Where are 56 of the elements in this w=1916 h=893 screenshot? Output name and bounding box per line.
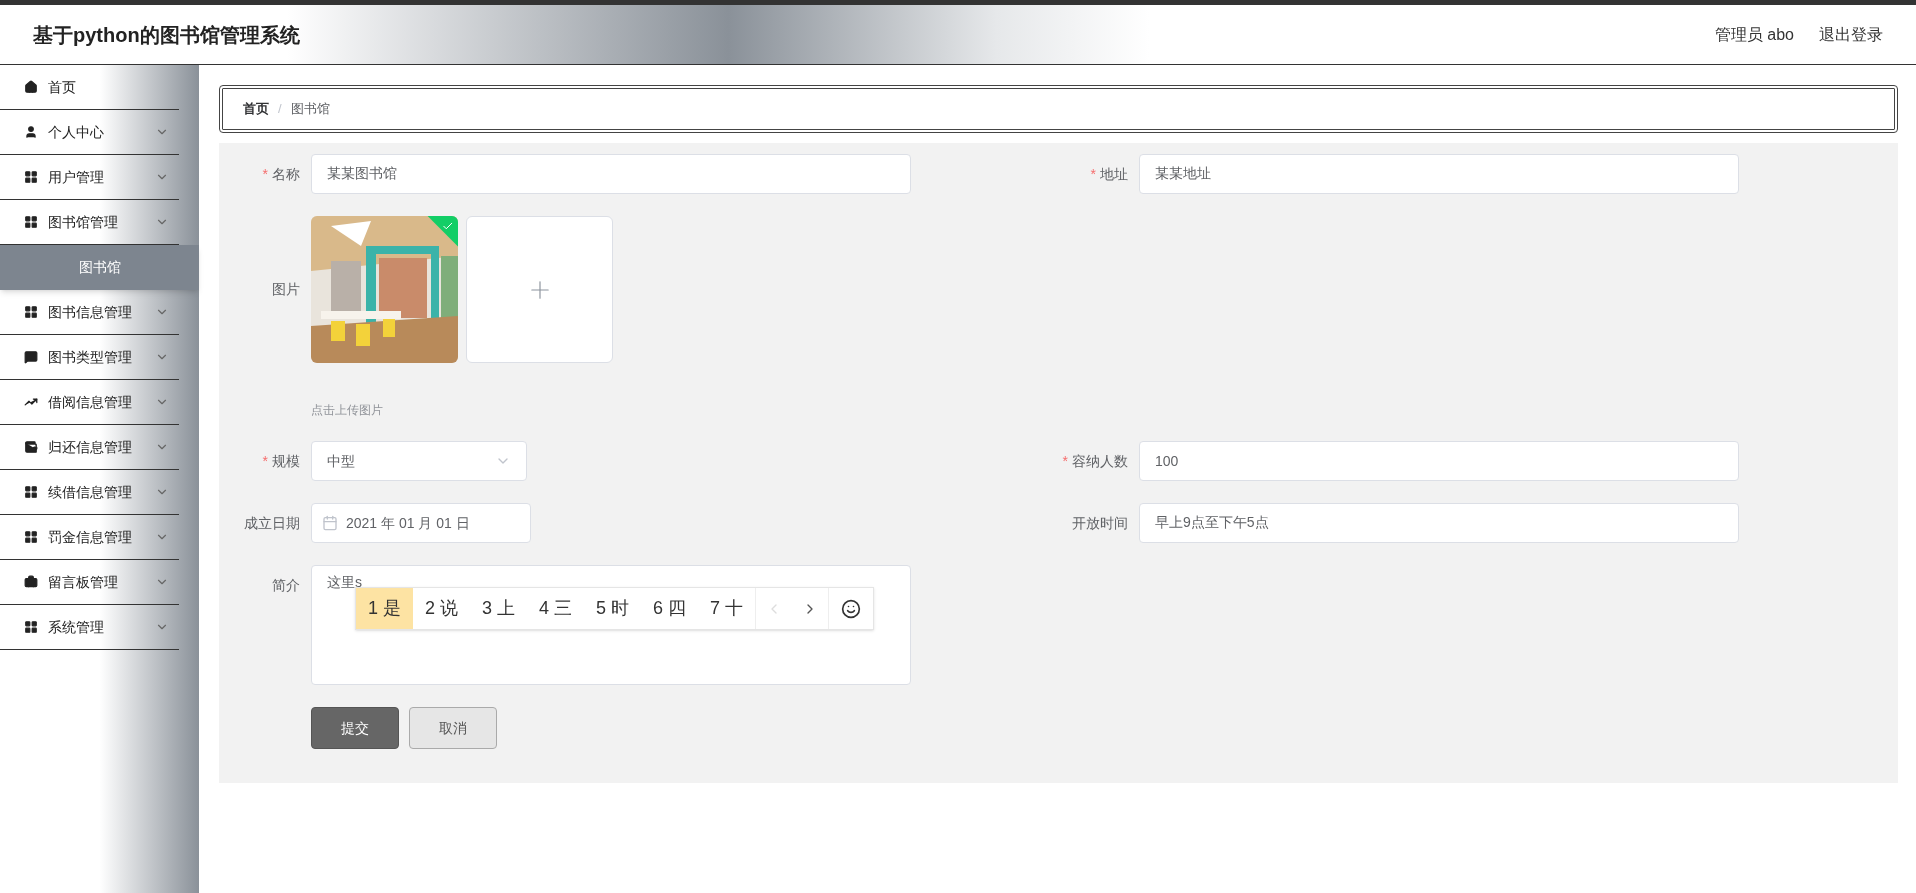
select-field[interactable]: 中型	[311, 441, 527, 481]
sidebar-item[interactable]: 归还信息管理	[0, 425, 179, 470]
breadcrumb-item[interactable]: 首页	[243, 99, 269, 119]
ime-candidate[interactable]: 2 说	[413, 588, 471, 629]
sidebar-item[interactable]: 个人中心	[0, 110, 179, 155]
grid-icon	[24, 305, 38, 319]
ime-candidate[interactable]: 6 四	[641, 588, 699, 629]
calendar-icon	[322, 515, 338, 531]
sidebar-item[interactable]: 用户管理	[0, 155, 179, 200]
sidebar-item[interactable]: 系统管理	[0, 605, 179, 650]
text-field[interactable]: 某某地址	[1139, 154, 1739, 194]
sidebar-item[interactable]: 首页	[0, 65, 179, 110]
date-field[interactable]: 2021 年 01 月 01 日	[311, 503, 531, 543]
grid-icon	[24, 215, 38, 229]
field-label: * 规模	[262, 451, 300, 471]
app-title: 基于python的图书馆管理系统	[33, 22, 300, 48]
ime-candidate[interactable]: 4 三	[527, 588, 585, 629]
field-label: * 容纳人数	[1062, 451, 1128, 471]
grid-icon	[24, 620, 38, 634]
text-field[interactable]: 100	[1139, 441, 1739, 481]
chat-icon	[24, 350, 38, 364]
text-field[interactable]: 某某图书馆	[311, 154, 911, 194]
cancel-button[interactable]: 取消	[409, 707, 497, 749]
field-label: * 地址	[1090, 164, 1128, 184]
logout-link[interactable]: 退出登录	[1819, 22, 1883, 47]
ime-candidate[interactable]: 7 十	[698, 588, 756, 629]
sidebar-item[interactable]: 图书信息管理	[0, 290, 179, 335]
grid-icon	[24, 170, 38, 184]
home-icon	[24, 80, 38, 94]
field-label: 简介	[272, 575, 300, 595]
ime-candidate[interactable]: 3 上	[470, 588, 528, 629]
sidebar-item[interactable]: 续借信息管理	[0, 470, 179, 515]
briefcase-icon	[24, 575, 38, 589]
ime-candidate[interactable]: 1 是	[356, 588, 413, 629]
user-icon	[24, 125, 38, 139]
breadcrumb-item: 图书馆	[290, 100, 330, 119]
submit-button[interactable]: 提交	[311, 707, 399, 749]
sidebar-item[interactable]: 留言板管理	[0, 560, 179, 605]
wallet-icon	[24, 440, 38, 454]
sidebar-item[interactable]: 借阅信息管理	[0, 380, 179, 425]
field-label: * 名称	[262, 164, 300, 184]
field-label: 开放时间	[1072, 513, 1128, 533]
user-name: 管理员 abo	[1714, 24, 1794, 45]
sidebar-item[interactable]: 罚金信息管理	[0, 515, 179, 560]
upload-button[interactable]	[466, 216, 613, 363]
field-label: 成立日期	[244, 513, 300, 533]
smiley-icon	[841, 598, 862, 619]
field-label: 图片	[272, 280, 300, 299]
breadcrumb-separator: /	[278, 100, 282, 119]
sidebar-subitem[interactable]: 图书馆	[0, 245, 199, 290]
ime-candidate[interactable]: 5 时	[584, 588, 642, 629]
grid-icon	[24, 530, 38, 544]
sidebar-item[interactable]: 图书类型管理	[0, 335, 179, 380]
grid-icon	[24, 485, 38, 499]
upload-hint: 点击上传图片	[311, 402, 384, 419]
text-field[interactable]: 早上9点至下午5点	[1139, 503, 1739, 543]
